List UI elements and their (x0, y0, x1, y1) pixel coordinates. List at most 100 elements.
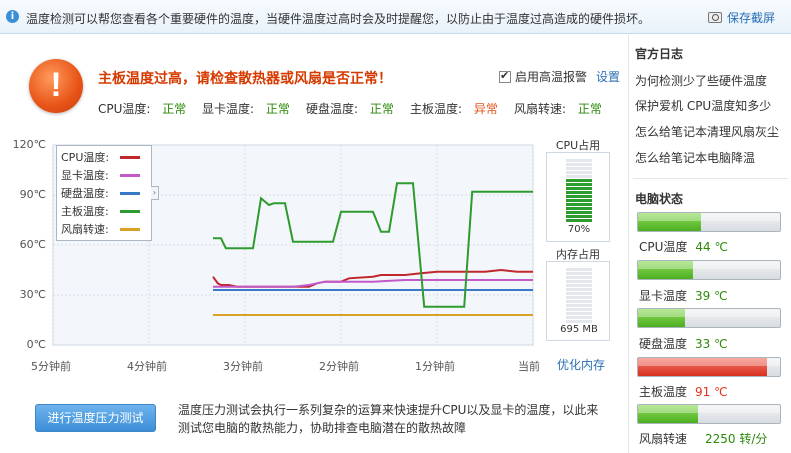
pc-status-title: 电脑状态 (635, 192, 684, 206)
gauge-segment (566, 183, 592, 186)
status-disk-value: 正常 (369, 102, 394, 116)
disk-temp-value: 33 ℃ (695, 337, 728, 351)
mem-usage-gauge: 695 MB (546, 261, 610, 341)
x-tick-label: 3分钟前 (223, 360, 263, 373)
gauge-segment (566, 296, 592, 299)
status-gpu-value: 正常 (265, 102, 290, 116)
gauge-segment (566, 163, 592, 166)
legend-disk: 硬盘温度: (61, 187, 109, 200)
camera-icon (707, 12, 722, 23)
status-cpu: CPU温度: 正常 (98, 100, 186, 117)
meter-gloss (638, 261, 780, 269)
gpu-temp-value: 39 ℃ (695, 289, 728, 303)
save-screenshot-label: 保存截屏 (726, 11, 775, 25)
y-tick-label: 0℃ (26, 338, 46, 351)
legend-gpu-swatch (120, 174, 140, 177)
y-tick-label: 30℃ (19, 288, 46, 301)
x-tick-label: 4分钟前 (127, 360, 167, 373)
gauge-segment (566, 167, 592, 170)
cpu-usage-gauge: 70% (546, 152, 610, 242)
gauge-segment (566, 284, 592, 287)
gauge-segment (566, 268, 592, 271)
status-gpu-label: 显卡温度: (202, 102, 255, 116)
fan-speed-value: 2250 转/分 (705, 432, 768, 446)
cpu-temp-meter (637, 212, 781, 232)
gpu-temp-meter (637, 260, 781, 280)
gauge-segment (566, 195, 592, 198)
y-tick-label: 120℃ (12, 138, 46, 151)
status-cpu-value: 正常 (162, 102, 187, 116)
optimize-memory-link[interactable]: 优化内存 (557, 356, 605, 373)
gpu-temp-name: 显卡温度 (639, 289, 688, 303)
warning-icon: ! (29, 59, 83, 113)
x-tick-label: 2分钟前 (319, 360, 359, 373)
status-board-value: 异常 (473, 102, 498, 116)
alarm-label: 启用高温报警 (515, 70, 588, 84)
right-sidebar: 官方日志 为何检测少了些硬件温度 保护爱机 CPU温度知多少 怎么给笔记本清理风… (628, 35, 791, 453)
info-icon: i (6, 10, 19, 23)
gauge-segment (566, 316, 592, 319)
y-tick-label: 90℃ (19, 188, 46, 201)
legend-collapse-toggle[interactable]: › (151, 186, 159, 200)
gauge-segment (566, 300, 592, 303)
gauge-segment (566, 276, 592, 279)
gauge-segment (566, 199, 592, 202)
cpu-temp-value: 44 ℃ (695, 240, 728, 254)
legend-board-swatch (120, 210, 140, 213)
status-board: 主板温度: 异常 (410, 100, 498, 117)
gauge-segment (566, 272, 592, 275)
stress-test-description: 温度压力测试会执行一系列复杂的运算来快速提升CPU以及显卡的温度，以此来测试您电… (178, 403, 599, 435)
gauge-segment (566, 171, 592, 174)
meter-gloss (638, 358, 780, 366)
fan-speed-name: 风扇转速 (639, 432, 688, 446)
gauge-segment (566, 320, 592, 323)
x-tick-label: 当前 (518, 360, 540, 373)
gauge-segment (566, 207, 592, 210)
meter-gloss (638, 213, 780, 221)
alert-title: 主板温度过高，请检查散热器或风扇是否正常！ (98, 71, 392, 87)
status-disk-label: 硬盘温度: (306, 102, 359, 116)
gauge-segment (566, 215, 592, 218)
fan-speed-meter (637, 404, 781, 424)
log-link-1[interactable]: 为何检测少了些硬件温度 (635, 72, 767, 89)
fan-speed-label: 风扇转速 2250 转/分 (639, 430, 767, 447)
status-fan: 风扇转速: 正常 (514, 100, 602, 117)
disk-temp-meter (637, 308, 781, 328)
gauge-segment (566, 179, 592, 182)
legend-fan-swatch (120, 228, 140, 231)
status-board-label: 主板温度: (410, 102, 463, 116)
cpu-usage-value: 70% (567, 224, 591, 235)
high-temp-alarm-checkbox[interactable]: 启用高温报警 (499, 68, 587, 85)
legend-gpu: 显卡温度: (61, 169, 109, 182)
legend-cpu-swatch (120, 156, 140, 159)
board-temp-label: 主板温度 91 ℃ (639, 383, 728, 400)
status-disk: 硬盘温度: 正常 (306, 100, 394, 117)
status-fan-label: 风扇转速: (514, 102, 567, 116)
save-screenshot-link[interactable]: 保存截屏 (707, 9, 775, 26)
stress-test-button[interactable]: 进行温度压力测试 (35, 404, 156, 432)
cpu-usage-title: CPU占用 (555, 139, 601, 152)
gauge-segment (566, 187, 592, 190)
gauge-segment (566, 280, 592, 283)
meter-gloss (638, 405, 780, 413)
legend-board: 主板温度: (61, 205, 109, 218)
gauge-segment (566, 288, 592, 291)
gauge-segment (566, 203, 592, 206)
disk-temp-label: 硬盘温度 33 ℃ (639, 335, 728, 352)
x-tick-label: 1分钟前 (415, 360, 455, 373)
mem-usage-value: 695 MB (560, 324, 598, 335)
settings-link[interactable]: 设置 (596, 68, 620, 85)
gauge-segment (566, 175, 592, 178)
official-log-title: 官方日志 (635, 47, 684, 61)
y-tick-label: 60℃ (19, 238, 46, 251)
log-link-2[interactable]: 保护爱机 CPU温度知多少 (635, 97, 771, 114)
board-temp-name: 主板温度 (639, 385, 688, 399)
log-link-4[interactable]: 怎么给笔记本电脑降温 (635, 149, 755, 166)
legend-cpu: CPU温度: (61, 151, 110, 164)
status-cpu-label: CPU温度: (98, 102, 151, 116)
gauge-segment (566, 219, 592, 222)
gauge-segment (566, 191, 592, 194)
log-link-3[interactable]: 怎么给笔记本清理风扇灰尘 (635, 123, 779, 140)
top-info-bar: i 温度检测可以帮您查看各个重要硬件的温度，当硬件温度过高时会及时提醒您，以防止… (0, 0, 791, 34)
board-temp-value: 91 ℃ (695, 385, 728, 399)
